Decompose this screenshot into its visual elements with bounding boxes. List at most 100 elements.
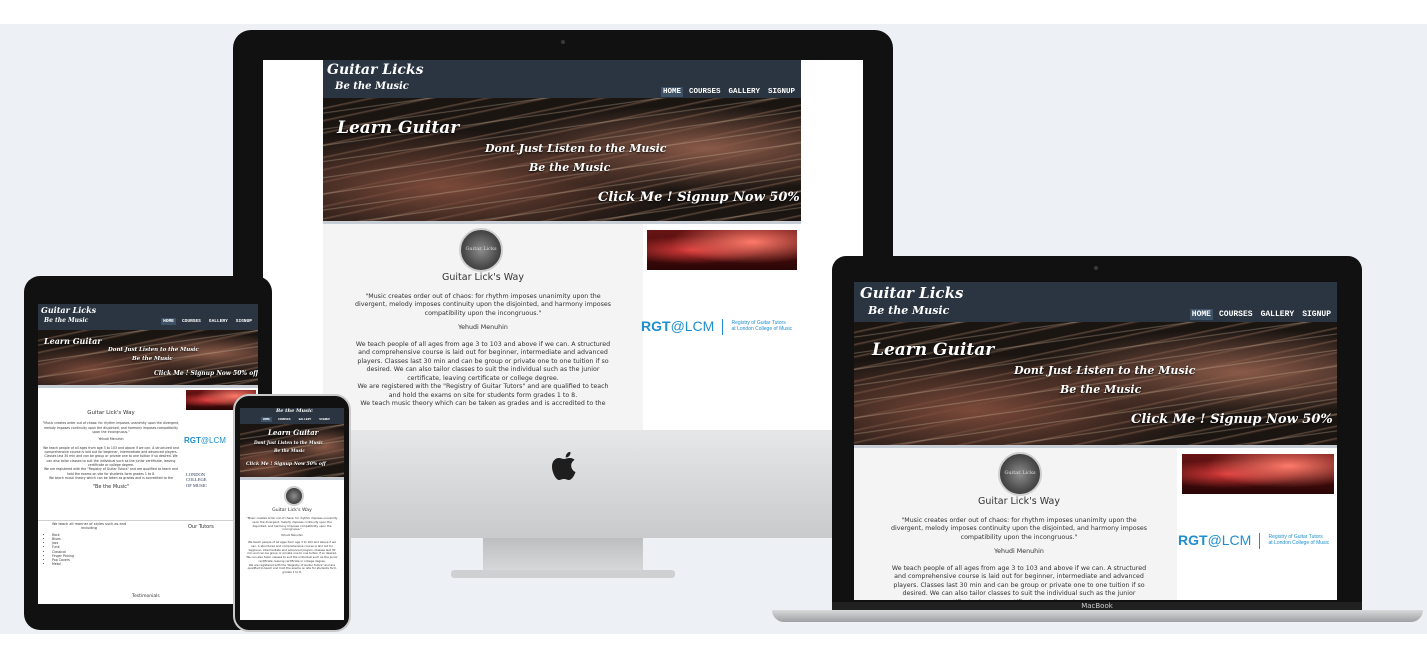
laptop-navbar: Guitar Licks Be the Music HOME COURSES GAL… bbox=[854, 282, 1337, 322]
tablet-tutors-heading: Our Tutors bbox=[188, 524, 214, 530]
laptop-avatar-logo: Guitar Licks bbox=[998, 452, 1042, 496]
imac-stand-foot bbox=[451, 570, 675, 578]
phone-nav-home[interactable]: HOME bbox=[260, 417, 272, 422]
paragraph-courses: We teach people of all ages from age 3 t… bbox=[355, 340, 611, 382]
laptop-hero-cta[interactable]: Click Me ! Signup Now 50% off bbox=[1131, 412, 1337, 427]
phone-hero-cta[interactable]: Click Me ! Signup Now 50% off bbox=[246, 462, 326, 467]
laptop-hero-title: Learn Guitar bbox=[872, 340, 995, 360]
phone-nav-signup[interactable]: SIGNUP bbox=[317, 417, 332, 422]
laptop-rgt-separator bbox=[1259, 532, 1261, 549]
section-heading: Guitar Lick's Way bbox=[442, 272, 524, 283]
main-column: Guitar Lick's Way "Music creates order o… bbox=[353, 272, 613, 409]
hero-tagline1: Dont Just Listen to the Music bbox=[485, 142, 667, 155]
laptop-concert-image bbox=[1182, 454, 1334, 494]
phone-navbar: Be the Music HOME COURSES GALLERY SIGNUP bbox=[240, 408, 344, 424]
hero-banner: Learn Guitar Dont Just Listen to the Mus… bbox=[323, 98, 801, 224]
laptop-camera bbox=[1094, 266, 1098, 270]
tablet-content-area: Guitar Lick's Way "Music creates order o… bbox=[38, 388, 258, 604]
tablet-screen: Guitar Licks Be the Music HOME COURSES GAL… bbox=[38, 304, 258, 604]
rgt-separator bbox=[722, 318, 724, 335]
tablet-motto: "Be the Music" bbox=[92, 484, 130, 491]
tablet-section-heading: Guitar Lick's Way bbox=[87, 410, 135, 416]
laptop-content-area: Guitar Licks Guitar Lick's Way "Music cr… bbox=[854, 448, 1337, 600]
tablet-style-item: Metal bbox=[52, 562, 134, 566]
laptop-paragraph-courses: We teach people of all ages from age 3 t… bbox=[891, 564, 1147, 600]
laptop-device: MacBook Guitar Licks Be the Music HOME CO… bbox=[772, 256, 1423, 624]
laptop-nav-signup[interactable]: SIGNUP bbox=[1300, 309, 1333, 320]
laptop-rgt-caption: Registry of Guitar Tutors at London Colle… bbox=[1268, 534, 1330, 547]
phone-quote-author: Yehudi Menuhin bbox=[280, 533, 304, 538]
tablet-hero-tagline1: Dont Just Listen to the Music bbox=[108, 347, 199, 353]
tablet-rgt-lcm-logo[interactable]: RGT@LCM bbox=[184, 428, 226, 447]
tablet-nav-signup[interactable]: SIGNUP bbox=[234, 318, 254, 325]
lcm-mark: @LCM bbox=[670, 318, 715, 334]
tablet-navbar: Guitar Licks Be the Music HOME COURSES GAL… bbox=[38, 304, 258, 330]
phone-hero-title: Learn Guitar bbox=[268, 428, 319, 437]
tablet-lcm-line3: OF MUSIC bbox=[186, 482, 208, 488]
content-area: Guitar Licks Guitar Lick's Way "Music cr… bbox=[323, 224, 801, 430]
tablet-hero-banner: Learn Guitar Dont Just Listen to the Mus… bbox=[38, 330, 258, 388]
tablet-nav-courses[interactable]: COURSES bbox=[180, 318, 203, 325]
logo-line1[interactable]: Guitar Licks bbox=[327, 62, 424, 78]
hero-cta[interactable]: Click Me ! Signup Now 50% off bbox=[598, 190, 801, 205]
laptop-hero-tagline1: Dont Just Listen to the Music bbox=[1014, 364, 1196, 377]
tablet-quote-text: "Music creates order out of chaos: for r… bbox=[42, 421, 180, 435]
hero-tagline2: Be the Music bbox=[529, 161, 611, 174]
tablet-quote-author: Yehudi Menuhin bbox=[98, 437, 124, 442]
avatar-text: Guitar Licks bbox=[465, 246, 497, 252]
nav-home[interactable]: HOME bbox=[660, 87, 683, 97]
phone-hero-tagline2: Be the Music bbox=[274, 448, 305, 453]
tablet-styles-list: Rock Blues Jazz Funk Classical Finger Pi… bbox=[44, 533, 134, 566]
tablet-hero-tagline2: Be the Music bbox=[132, 356, 173, 362]
laptop-nav-home[interactable]: HOME bbox=[1189, 309, 1213, 320]
tablet-divider bbox=[38, 520, 258, 521]
avatar-logo: Guitar Licks bbox=[459, 228, 503, 272]
laptop-rgt-mark: RGT bbox=[1178, 532, 1208, 548]
laptop-screen: Guitar Licks Be the Music HOME COURSES GAL… bbox=[854, 282, 1337, 600]
laptop-hero-tagline2: Be the Music bbox=[1060, 383, 1142, 396]
laptop-nav-courses[interactable]: COURSES bbox=[1217, 309, 1255, 320]
quote-author: Yehudi Menuhin bbox=[458, 324, 508, 332]
laptop-base bbox=[772, 610, 1423, 622]
tablet-paragraph-courses: We teach people of all ages from age 3 t… bbox=[43, 445, 179, 467]
tablet-styles-intro: We teach all manner of styles such as an… bbox=[51, 522, 127, 530]
tablet-nav-home[interactable]: HOME bbox=[161, 318, 176, 325]
tablet-nav-gallery[interactable]: GALLERY bbox=[207, 318, 230, 325]
laptop-avatar-text: Guitar Licks bbox=[1004, 470, 1036, 476]
nav-courses[interactable]: COURSES bbox=[687, 87, 723, 97]
laptop-nav-gallery[interactable]: GALLERY bbox=[1259, 309, 1297, 320]
tablet-nav-links: HOME COURSES GALLERY SIGNUP bbox=[161, 318, 258, 325]
phone-paragraph-registry: We are registered with the "Registry of … bbox=[247, 562, 337, 575]
laptop-nav-links: HOME COURSES GALLERY SIGNUP bbox=[1189, 309, 1337, 320]
phone-nav-courses[interactable]: COURSES bbox=[276, 417, 293, 422]
phone-hero-tagline1: Dont Just Listen to the Music bbox=[254, 440, 324, 445]
phone-nav-gallery[interactable]: GALLERY bbox=[297, 417, 314, 422]
tablet-testimonials-heading: Testimonials bbox=[132, 594, 160, 599]
nav-gallery[interactable]: GALLERY bbox=[726, 87, 762, 97]
phone-section-heading: Guitar Lick's Way bbox=[272, 508, 312, 513]
phone-nav-links: HOME COURSES GALLERY SIGNUP bbox=[260, 417, 336, 422]
apple-logo-icon bbox=[549, 450, 579, 484]
tablet-logo-line1[interactable]: Guitar Licks bbox=[41, 305, 96, 315]
imac-site: Guitar Licks Be the Music HOME COURSES GAL… bbox=[323, 60, 801, 430]
laptop-section-heading: Guitar Lick's Way bbox=[978, 496, 1060, 507]
phone-device: Be the Music HOME COURSES GALLERY SIGNUP Le… bbox=[233, 394, 351, 632]
imac-camera bbox=[561, 40, 565, 44]
tablet-hero-cta[interactable]: Click Me ! Signup Now 50% off bbox=[154, 370, 258, 377]
tablet-lcm-crest: LONDON COLLEGE OF MUSIC bbox=[186, 472, 207, 488]
phone-paragraph-courses: We teach people of all ages from age 3 t… bbox=[246, 540, 338, 563]
nav-signup[interactable]: SIGNUP bbox=[766, 87, 797, 97]
nav-links: HOME COURSES GALLERY SIGNUP bbox=[660, 86, 801, 97]
tablet-hero-title: Learn Guitar bbox=[44, 336, 102, 346]
phone-logo-line2: Be the Music bbox=[276, 408, 313, 414]
paragraph-theory: We teach music theory which can be taken… bbox=[360, 400, 606, 408]
laptop-logo-line1[interactable]: Guitar Licks bbox=[860, 284, 963, 302]
laptop-rgt-caption-line2: at London College of Music bbox=[1268, 539, 1330, 546]
laptop-rgt-lcm-logo[interactable]: RGT@LCM Registry of Guitar Tutors at Lond… bbox=[1178, 530, 1329, 549]
phone-screen: Be the Music HOME COURSES GALLERY SIGNUP Le… bbox=[240, 408, 344, 620]
phone-avatar-logo bbox=[284, 486, 304, 506]
laptop-quote-text: "Music creates order out of chaos: for r… bbox=[890, 516, 1148, 541]
rgt-lcm-logo[interactable]: RGT@LCM Registry of Guitar Tutors at Lond… bbox=[641, 316, 792, 335]
laptop-logo-line2: Be the Music bbox=[868, 304, 950, 317]
laptop-main-column: Guitar Lick's Way "Music creates order o… bbox=[888, 496, 1150, 600]
